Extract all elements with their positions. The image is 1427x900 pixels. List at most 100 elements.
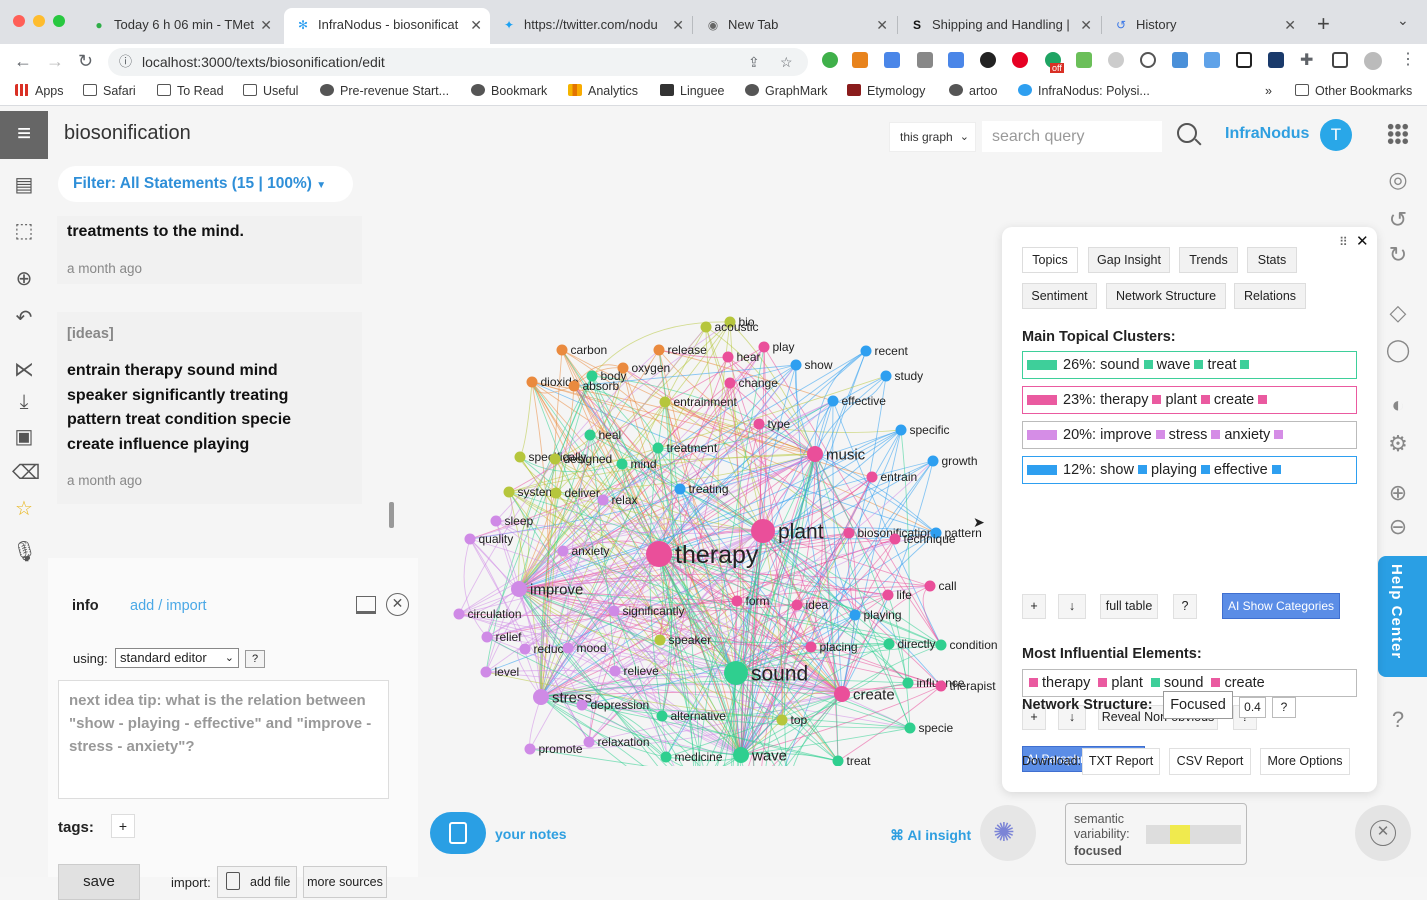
tab-relations[interactable]: Relations — [1234, 283, 1306, 309]
topical-cluster-row[interactable]: 26%: sound wave treat — [1022, 351, 1357, 379]
search-input[interactable]: search query — [982, 121, 1162, 152]
graph-node-therapy[interactable] — [646, 541, 672, 567]
graph-node-change[interactable] — [724, 377, 736, 389]
circle-icon[interactable]: ◯ — [1384, 336, 1412, 364]
eye-focus-icon[interactable]: ◎ — [1384, 166, 1412, 194]
graph-node-stress[interactable] — [533, 689, 549, 705]
graph-node-label[interactable]: show — [805, 358, 833, 372]
address-bar[interactable]: ⓘ localhost:3000/texts/biosonification/e… — [108, 48, 808, 76]
graph-node-absorb[interactable] — [568, 380, 580, 392]
graph-node-label[interactable]: sound — [751, 662, 808, 685]
close-circle-button[interactable]: ✕ — [1355, 805, 1411, 861]
graph-node-label[interactable]: top — [791, 713, 808, 727]
scrollbar-thumb[interactable] — [389, 502, 394, 528]
graph-node-label[interactable]: oxygen — [632, 361, 671, 375]
graph-node-label[interactable]: therapist — [950, 679, 997, 693]
share-icon[interactable]: ⇪ — [748, 48, 760, 76]
notion-icon[interactable] — [1236, 52, 1252, 68]
graph-node-label[interactable]: improve — [530, 581, 583, 598]
download-icon[interactable]: ⤓ — [12, 390, 36, 414]
graph-node-label[interactable]: sleep — [505, 514, 534, 528]
editor-help-button[interactable]: ? — [245, 650, 265, 668]
graph-node-label[interactable]: music — [826, 446, 866, 463]
cluster-keyword[interactable]: stress — [1169, 427, 1208, 443]
bookmark-link[interactable]: Etymology — [847, 84, 925, 98]
txt-report-button[interactable]: TXT Report — [1082, 748, 1160, 775]
bookmark-folder[interactable]: Useful — [243, 84, 298, 98]
add-tag-button[interactable]: + — [111, 814, 135, 838]
select-icon[interactable]: ⬚ — [12, 219, 36, 243]
bookmark-folder[interactable]: To Read — [157, 84, 224, 98]
graph-node-depression[interactable] — [576, 699, 588, 711]
graph-node-label[interactable]: mind — [631, 457, 657, 471]
graph-node-label[interactable]: hear — [737, 350, 761, 364]
graph-node-call[interactable] — [924, 580, 936, 592]
extension-icon[interactable] — [1204, 52, 1220, 68]
translate-icon[interactable] — [948, 52, 964, 68]
graph-node-heal[interactable] — [584, 429, 596, 441]
graph-node-type[interactable] — [753, 418, 765, 430]
tab-trends[interactable]: Trends — [1179, 247, 1238, 273]
graph-node-wave[interactable] — [733, 747, 749, 763]
graph-node-label[interactable]: designed — [564, 452, 613, 466]
document-title[interactable]: biosonification — [64, 122, 191, 145]
bookmarks-overflow-button[interactable]: » — [1265, 84, 1272, 98]
graph-node-label[interactable]: effective — [842, 394, 887, 408]
close-window-button[interactable] — [13, 15, 25, 27]
hamburger-menu-button[interactable]: ≡ — [0, 111, 48, 159]
graph-node-label[interactable]: call — [939, 579, 957, 593]
graph-node-sleep[interactable] — [490, 515, 502, 527]
zoom-window-button[interactable] — [53, 15, 65, 27]
side-panel-icon[interactable] — [1332, 52, 1348, 68]
profile-icon[interactable] — [1364, 52, 1382, 70]
graph-node-label[interactable]: wave — [751, 747, 787, 764]
statement-card[interactable]: [ideas] entrain therapy sound mind speak… — [57, 312, 362, 504]
graph-node-treating[interactable] — [674, 483, 686, 495]
your-notes-link[interactable]: your notes — [495, 826, 567, 842]
graph-node-label[interactable]: release — [668, 343, 708, 357]
brand-logo[interactable]: InfraNodus — [1225, 125, 1309, 143]
graph-node-label[interactable]: specie — [919, 721, 954, 735]
statements-filter-dropdown[interactable]: Filter: All Statements (15 | 100%) ▼ — [58, 166, 353, 202]
extension-icon[interactable] — [1076, 52, 1092, 68]
graph-node-effective[interactable] — [827, 395, 839, 407]
graph-node-directly[interactable] — [883, 638, 895, 650]
graph-node-music[interactable] — [807, 446, 823, 462]
graph-node-label[interactable]: acoustic — [715, 320, 759, 334]
globe-icon[interactable]: ⊕ — [12, 267, 36, 291]
graph-node-anxiety[interactable] — [557, 545, 569, 557]
reload-icon[interactable]: ↻ — [78, 51, 93, 71]
graph-node-relaxation[interactable] — [583, 736, 595, 748]
graph-node-technique[interactable] — [889, 533, 901, 545]
avatar[interactable]: T — [1320, 119, 1352, 151]
close-tab-icon[interactable]: ✕ — [260, 8, 272, 42]
graph-node-level[interactable] — [480, 666, 492, 678]
graph-node-label[interactable]: therapy — [675, 541, 759, 569]
graph-node-label[interactable]: idea — [806, 598, 829, 612]
help-icon[interactable]: ? — [1384, 706, 1412, 734]
tab-info[interactable]: info — [72, 598, 99, 614]
extension-icon[interactable] — [980, 52, 996, 68]
graph-node-form[interactable] — [731, 595, 743, 607]
cluster-keyword[interactable]: effective — [1214, 462, 1268, 478]
tab-search-chevron-icon[interactable]: ⌄ — [1397, 12, 1409, 29]
graph-node-label[interactable]: type — [768, 417, 791, 431]
close-tab-icon[interactable]: ✕ — [876, 8, 888, 42]
share-graph-icon[interactable]: ⋉ — [12, 358, 36, 382]
cluster-keyword[interactable]: playing — [1151, 462, 1197, 478]
graph-node-label[interactable]: placing — [820, 640, 858, 654]
microphone-icon[interactable]: 🎙 — [12, 540, 37, 564]
graph-node-circulation[interactable] — [453, 608, 465, 620]
history-icon[interactable]: ↶ — [12, 306, 36, 330]
cluster-keyword[interactable]: wave — [1157, 357, 1191, 373]
close-tab-icon[interactable]: ✕ — [470, 8, 482, 42]
forward-icon[interactable]: → — [46, 51, 64, 71]
graph-node-label[interactable]: playing — [864, 608, 902, 622]
show-all-icon[interactable]: ↺ — [1384, 206, 1412, 234]
new-tab-button[interactable]: + — [1317, 11, 1330, 37]
add-file-button[interactable]: add file — [217, 866, 297, 898]
graph-node-relieve[interactable] — [609, 665, 621, 677]
cluster-keyword[interactable]: improve — [1100, 427, 1152, 443]
graph-node-label[interactable]: quality — [479, 532, 514, 546]
hide-text-icon[interactable]: ▤ — [12, 173, 36, 197]
